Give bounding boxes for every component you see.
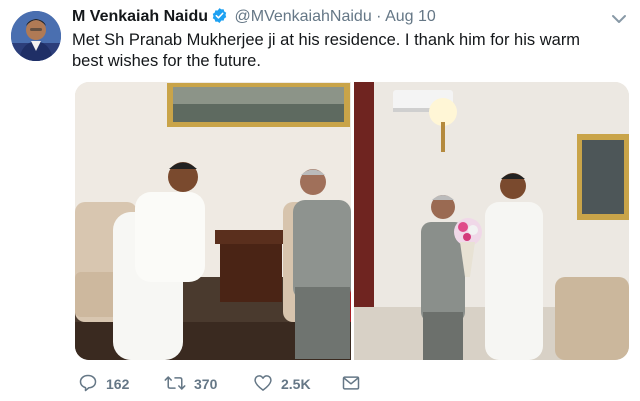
- reply-count: 162: [106, 376, 130, 392]
- like-button[interactable]: 2.5K: [253, 373, 311, 395]
- heart-icon: [253, 373, 281, 396]
- photo-right: [354, 82, 629, 360]
- retweet-count: 370: [194, 376, 218, 392]
- envelope-icon: [341, 373, 369, 396]
- retweet-icon: [164, 373, 194, 396]
- media-photos: [75, 82, 629, 360]
- tweet-header: M Venkaiah Naidu @MVenkaiahNaidu · Aug 1…: [72, 7, 436, 30]
- author-handle[interactable]: @MVenkaiahNaidu: [235, 8, 372, 25]
- like-count: 2.5K: [281, 376, 311, 392]
- separator-dot: ·: [376, 8, 382, 25]
- photo-left: [75, 82, 351, 360]
- verified-badge-icon: [211, 7, 228, 30]
- chevron-down-icon[interactable]: [610, 12, 628, 26]
- tweet-media[interactable]: [75, 82, 629, 360]
- retweet-button[interactable]: 370: [164, 373, 217, 395]
- author-name[interactable]: M Venkaiah Naidu: [72, 8, 208, 25]
- reply-button[interactable]: 162: [78, 373, 129, 395]
- avatar[interactable]: [11, 11, 61, 61]
- tweet-card: M Venkaiah Naidu @MVenkaiahNaidu · Aug 1…: [0, 0, 640, 401]
- direct-message-button[interactable]: [341, 373, 369, 395]
- tweet-text: Met Sh Pranab Mukherjee ji at his reside…: [72, 31, 581, 70]
- tweet-date[interactable]: Aug 10: [385, 8, 436, 25]
- profile-photo: [11, 11, 61, 61]
- reply-icon: [78, 373, 106, 396]
